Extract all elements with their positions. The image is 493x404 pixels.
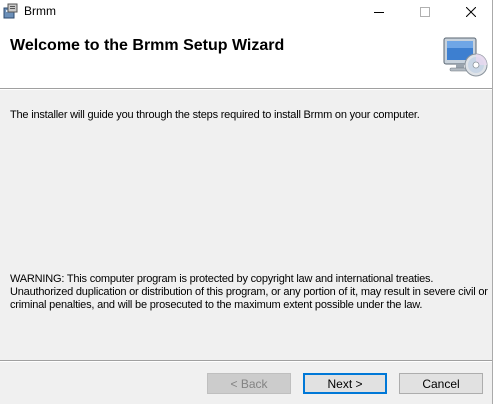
title-bar[interactable]: Brmm: [0, 0, 492, 23]
close-button[interactable]: [448, 0, 493, 23]
cancel-button[interactable]: Cancel: [399, 373, 483, 394]
window-title: Brmm: [24, 4, 56, 18]
banner-divider: [0, 89, 492, 90]
minimize-button[interactable]: [356, 0, 402, 23]
maximize-icon: [420, 6, 430, 17]
footer-divider-highlight: [0, 361, 492, 362]
close-icon: [466, 6, 476, 17]
minimize-icon: [374, 11, 384, 13]
copyright-warning: WARNING: This computer program is protec…: [10, 273, 488, 311]
next-button[interactable]: Next >: [303, 373, 387, 394]
back-button[interactable]: < Back: [207, 373, 291, 394]
intro-text: The installer will guide you through the…: [10, 109, 420, 121]
computer-cd-icon: [443, 37, 488, 77]
page-title: Welcome to the Brmm Setup Wizard: [10, 37, 285, 54]
maximize-button[interactable]: [402, 0, 448, 23]
setup-wizard-window: Brmm Welcome to the Brmm Setup Wizard Th…: [0, 0, 493, 404]
installer-box-icon: [3, 3, 18, 19]
wizard-banner: Welcome to the Brmm Setup Wizard: [0, 23, 492, 89]
